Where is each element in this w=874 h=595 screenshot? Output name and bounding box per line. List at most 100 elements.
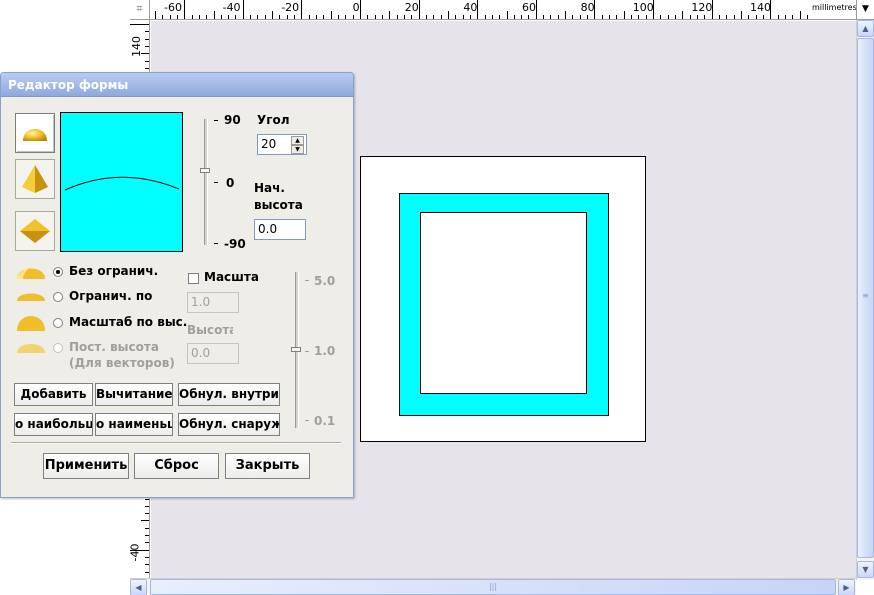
- angle-slider-track[interactable]: [204, 119, 208, 245]
- const-height-option-icon: [17, 344, 45, 353]
- option-limited-radio[interactable]: [53, 292, 63, 302]
- dome-shape-button[interactable]: [15, 113, 55, 153]
- dialog-titlebar[interactable]: Редактор формы: [1, 73, 353, 97]
- scale-max-label: 5.0: [314, 274, 336, 288]
- ruler-label: 80: [580, 1, 595, 14]
- tall-dome-option-icon: [17, 316, 45, 331]
- ruler-tick: [565, 11, 567, 19]
- horizontal-ruler[interactable]: -60 -40 -20 0 20 40 60 80 100 120 140: [130, 0, 856, 20]
- reset-inside-button[interactable]: Обнул. внутри: [178, 383, 280, 406]
- ruler-tick: [726, 15, 728, 19]
- ruler-label: -40: [130, 543, 142, 562]
- ruler-tick: [308, 15, 310, 19]
- ruler-tick: [674, 15, 676, 19]
- close-button[interactable]: Закрыть: [225, 453, 310, 479]
- diamond-shape-button[interactable]: [15, 211, 55, 251]
- ruler-tick: [792, 15, 794, 19]
- ruler-tick: [411, 15, 413, 19]
- by-smallest-button[interactable]: о наименьш: [95, 413, 173, 436]
- scroll-down-icon[interactable]: ▼: [857, 561, 874, 578]
- ruler-tick: [440, 15, 442, 19]
- ruler-tick: [550, 15, 552, 19]
- ruler-label: 20: [404, 1, 419, 14]
- ruler-tick: [145, 564, 149, 566]
- horizontal-scroll-thumb[interactable]: |||: [150, 579, 836, 595]
- separator: [11, 442, 341, 444]
- option-unlimited-radio[interactable]: [53, 267, 63, 277]
- spin-up-icon[interactable]: ▲: [291, 136, 304, 145]
- ruler-tick: [145, 571, 149, 573]
- by-largest-button[interactable]: о наибольш: [14, 413, 93, 436]
- ruler-tick: [579, 15, 581, 19]
- ruler-tick: [506, 11, 508, 19]
- ruler-tick: [572, 15, 574, 19]
- ruler-tick: [145, 67, 149, 69]
- start-height-input[interactable]: 0.0: [254, 219, 306, 240]
- inner-white-rect[interactable]: [420, 212, 587, 394]
- scroll-left-icon[interactable]: ◀: [130, 579, 147, 595]
- option-const-height-radio[interactable]: [53, 343, 63, 353]
- tick-mark: [214, 243, 218, 244]
- horizontal-scrollbar[interactable]: ◀ ||| ▶: [130, 578, 856, 595]
- ruler-label: -60: [164, 1, 182, 14]
- option-scale-height-radio[interactable]: [53, 318, 63, 328]
- option-unlimited-label[interactable]: Без огранич.: [69, 264, 158, 278]
- ruler-tick: [145, 505, 149, 507]
- ruler-tick: [755, 15, 757, 19]
- pyramid-shape-button[interactable]: [15, 159, 55, 199]
- scale-checkbox[interactable]: [188, 273, 199, 284]
- ruler-label: 140: [130, 36, 143, 57]
- ruler-label: -20: [281, 1, 300, 14]
- ruler-tick: [777, 15, 779, 19]
- ruler-tick: [667, 15, 669, 19]
- reset-outside-button[interactable]: Обнул. снаружи: [178, 413, 280, 436]
- apply-button[interactable]: Применить: [43, 453, 129, 479]
- vertical-scroll-thumb[interactable]: ≡: [857, 38, 874, 558]
- ruler-tick: [601, 15, 603, 19]
- ruler-tick: [748, 15, 750, 19]
- ruler-tick: [264, 15, 266, 19]
- ruler-tick: [587, 15, 589, 19]
- ruler-origin-icon[interactable]: ⌗: [130, 0, 150, 20]
- ruler-tick: [184, 0, 186, 19]
- ruler-tick: [528, 15, 530, 19]
- add-button[interactable]: Добавить: [14, 383, 93, 406]
- dialog-title: Редактор формы: [8, 78, 129, 92]
- scroll-right-icon[interactable]: ▶: [838, 579, 855, 595]
- ruler-tick: [631, 15, 633, 19]
- ruler-tick: [206, 15, 208, 19]
- scale-input[interactable]: 1.0: [187, 292, 239, 313]
- subtract-button[interactable]: Вычитание: [95, 383, 173, 406]
- ruler-tick: [623, 11, 625, 19]
- height-label: Высота: [187, 323, 233, 337]
- shape-profile-preview[interactable]: [60, 112, 183, 252]
- ruler-tick: [462, 15, 464, 19]
- ruler-tick: [323, 15, 325, 19]
- ruler-tick: [145, 498, 149, 500]
- dome-option-icon: [17, 267, 45, 279]
- scale-slider-thumb[interactable]: [291, 347, 301, 352]
- height-input[interactable]: 0.0: [187, 343, 239, 364]
- units-dropdown-button[interactable]: ▼: [856, 0, 874, 20]
- scroll-up-icon[interactable]: ▲: [857, 20, 874, 37]
- ruler-tick: [740, 11, 742, 19]
- ruler-tick: [145, 45, 149, 47]
- spin-down-icon[interactable]: ▼: [291, 145, 304, 154]
- ruler-tick: [469, 15, 471, 19]
- ruler-tick: [250, 15, 252, 19]
- scale-checkbox-label[interactable]: Масшта: [204, 270, 259, 284]
- angle-max-label: 90: [224, 113, 241, 127]
- ruler-tick: [433, 15, 435, 19]
- angle-slider-thumb[interactable]: [200, 168, 210, 173]
- vertical-scrollbar[interactable]: ▲ ≡ ▼: [856, 20, 874, 580]
- reset-button[interactable]: Сброс: [134, 453, 219, 479]
- scale-value: 1.0: [191, 295, 211, 309]
- ruler-tick: [316, 15, 318, 19]
- ruler-tick: [499, 15, 501, 19]
- ruler-tick: [169, 15, 171, 19]
- option-scale-height-label[interactable]: Масштаб по выс.: [69, 315, 187, 329]
- ruler-tick: [145, 513, 149, 515]
- grip-icon: |||: [488, 582, 498, 591]
- option-limited-label[interactable]: Огранич. по: [69, 289, 152, 303]
- angle-zero-label: 0: [226, 176, 235, 190]
